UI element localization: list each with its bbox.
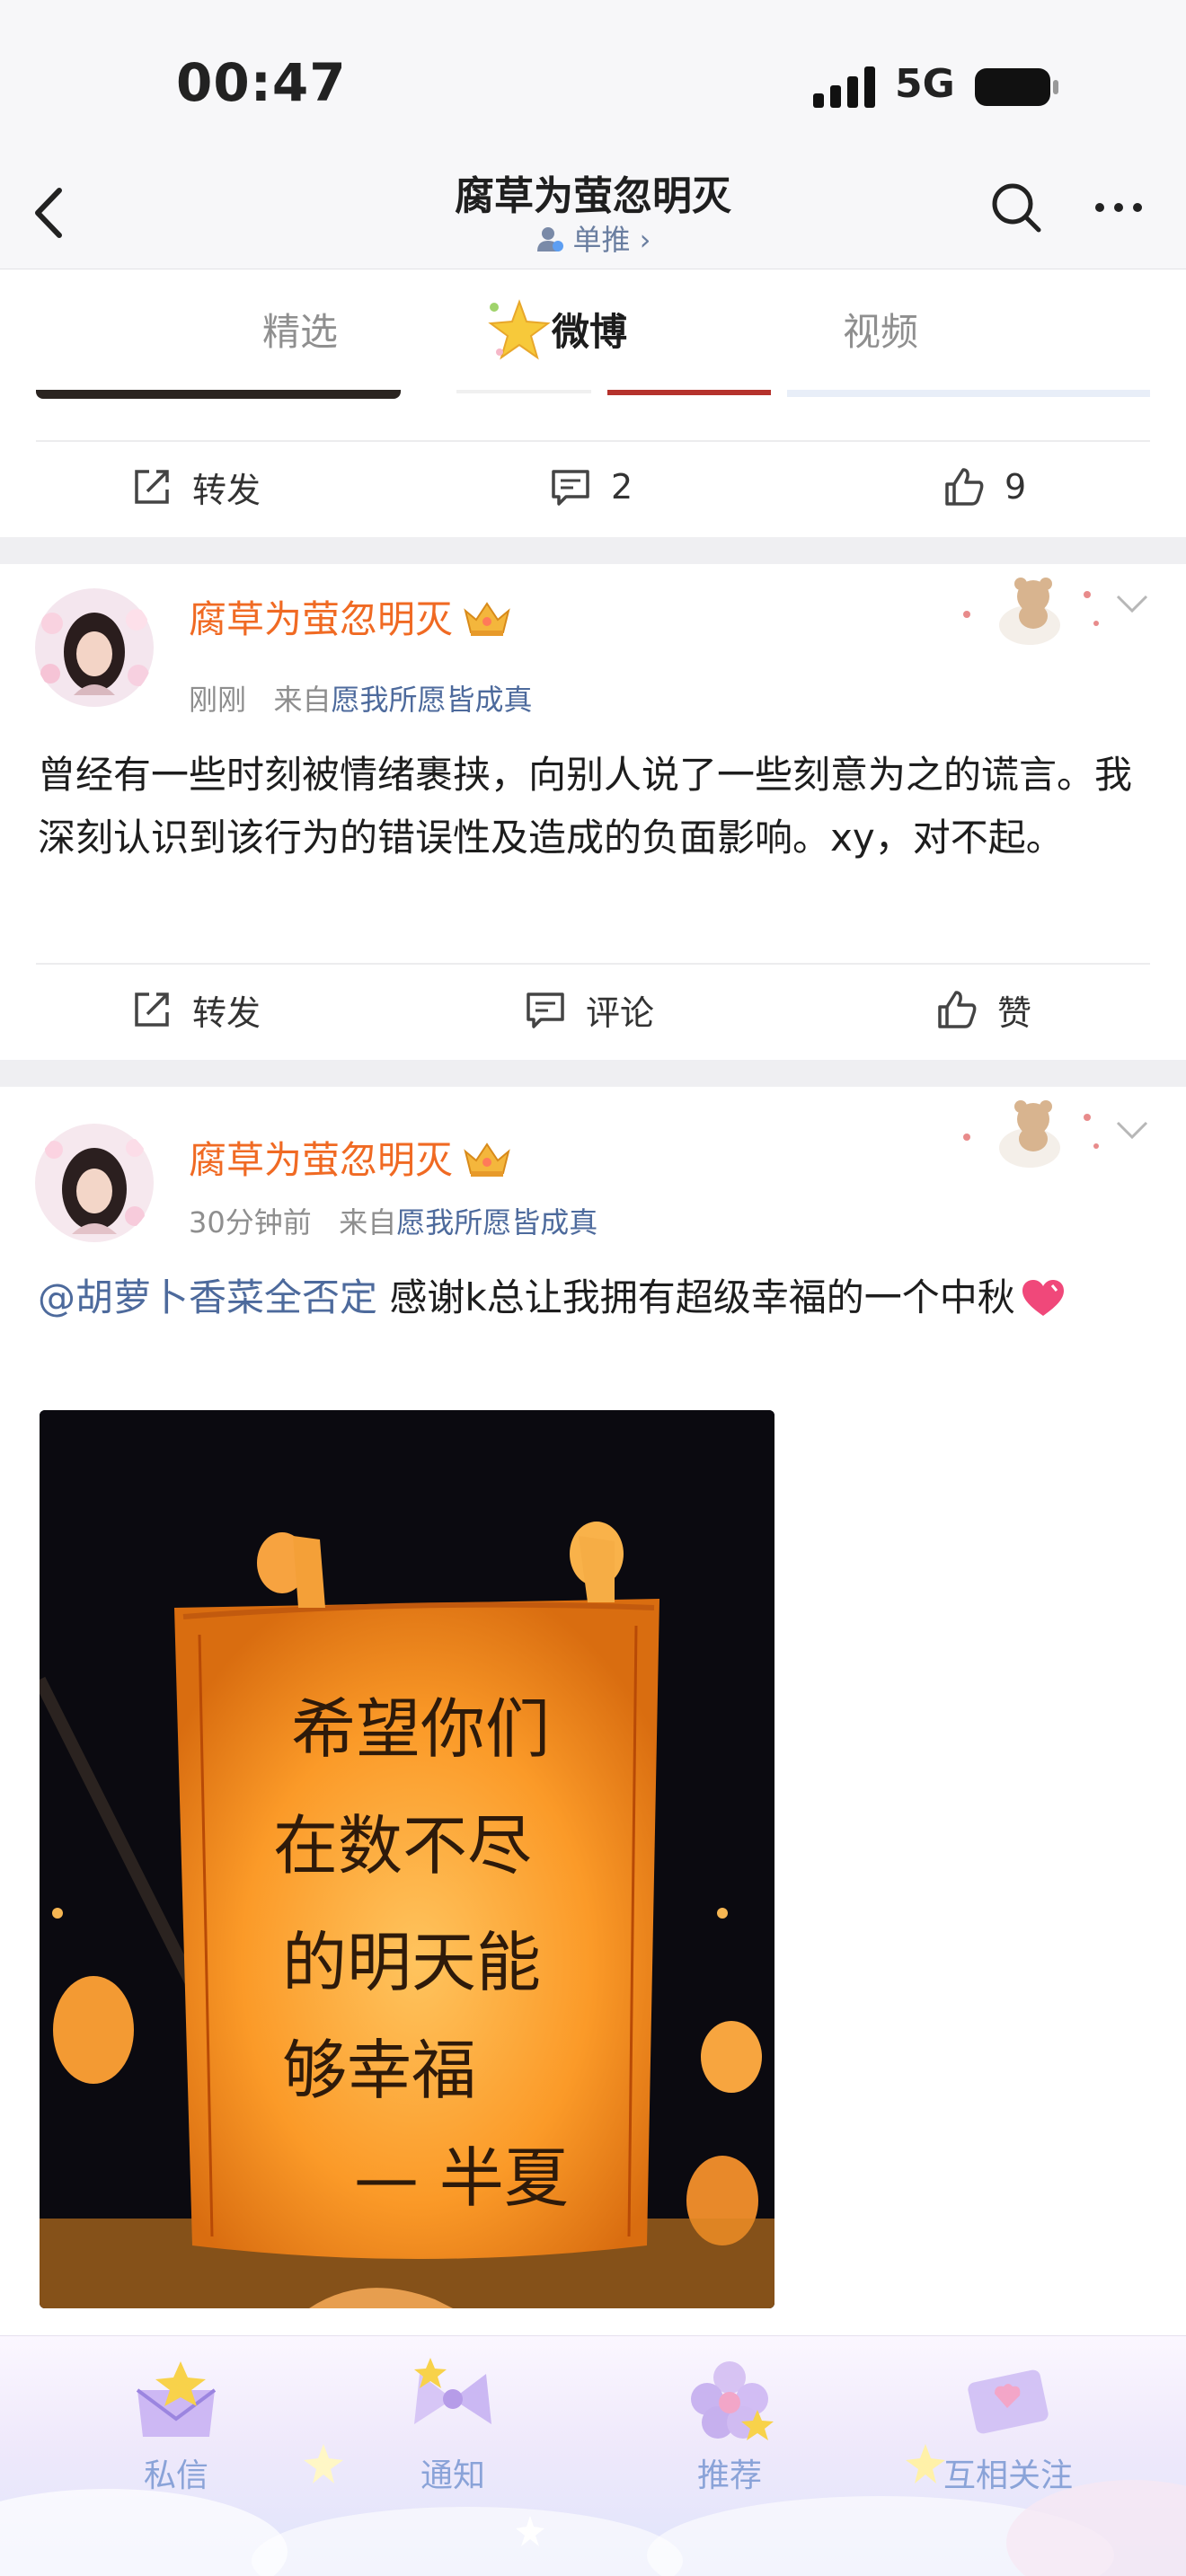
previous-post: 转发 2 9 xyxy=(0,390,1186,537)
bear-decoration-icon xyxy=(963,578,1099,645)
post-text: 曾经有一些时刻被情绪裹挟，向别人说了一些刻意为之的谎言。我深刻认识到该行为的错误… xyxy=(38,753,1133,860)
repost-icon xyxy=(135,470,169,504)
crown-icon xyxy=(464,602,510,636)
nav-recommend[interactable]: 推荐 xyxy=(631,2354,828,2496)
post-meta: 刚刚 来自愿我所愿皆成真 xyxy=(189,677,533,719)
nav-mutual-follow[interactable]: 互相关注 xyxy=(909,2354,1107,2496)
profile-tabs: 精选 微博 视频 xyxy=(0,269,1186,390)
mail-icon xyxy=(136,2361,217,2437)
post-author-name: 腐草为萤忽明灭 xyxy=(189,1138,454,1182)
nav-notifications[interactable]: 通知 xyxy=(354,2354,552,2496)
comment-count: 2 xyxy=(611,467,633,507)
previous-post-image[interactable] xyxy=(787,390,1150,397)
profile-header: 腐草为萤忽明灭 单推 › xyxy=(0,162,1186,269)
post-source-prefix: 来自 xyxy=(339,1205,397,1239)
post-author-name: 腐草为萤忽明灭 xyxy=(189,597,454,641)
post-author[interactable]: 腐草为萤忽明灭 xyxy=(189,1130,512,1185)
nav-notifications-label: 通知 xyxy=(420,2457,485,2494)
previous-post-image[interactable] xyxy=(456,390,591,393)
post-source[interactable]: 愿我所愿皆成真 xyxy=(332,683,533,717)
thumbs-up-icon xyxy=(938,991,977,1028)
like-count: 9 xyxy=(1005,467,1027,507)
repost-button[interactable]: 转发 xyxy=(131,442,261,532)
lantern-line: 够幸福 xyxy=(282,2033,476,2108)
avatar[interactable] xyxy=(34,1123,155,1243)
feed-separator xyxy=(0,1060,1186,1087)
comment-button[interactable]: 评论 xyxy=(525,965,654,1054)
post-source-prefix: 来自 xyxy=(273,683,332,717)
post-author[interactable]: 腐草为萤忽明灭 xyxy=(189,589,512,644)
avatar[interactable] xyxy=(34,587,155,708)
comment-icon xyxy=(527,992,564,1028)
repost-button[interactable]: 转发 xyxy=(131,965,261,1054)
battery-icon xyxy=(975,68,1058,106)
previous-post-image[interactable] xyxy=(607,390,771,395)
like-label: 赞 xyxy=(997,992,1032,1033)
previous-post-image[interactable] xyxy=(36,390,401,399)
like-button[interactable]: 赞 xyxy=(936,965,1031,1054)
post-photo[interactable]: 希望你们 在数不尽 的明天能 够幸福 — 半夏 xyxy=(40,1410,774,2308)
tab-video[interactable]: 视频 xyxy=(843,302,918,357)
sky-lantern-photo: 希望你们 在数不尽 的明天能 够幸福 — 半夏 xyxy=(40,1410,774,2308)
fan-group-label: 单推 › xyxy=(572,223,651,257)
nav-messages-label: 私信 xyxy=(143,2457,208,2494)
post-time: 刚刚 xyxy=(189,683,247,717)
more-icon[interactable] xyxy=(1093,192,1145,223)
bottom-nav: 私信 通知 推荐 互相关注 xyxy=(0,2335,1186,2576)
bear-decoration-icon xyxy=(963,1100,1099,1168)
lantern-line: 在数不尽 xyxy=(273,1808,532,1883)
user-icon xyxy=(536,227,563,251)
tab-featured[interactable]: 精选 xyxy=(262,302,338,357)
status-bar: 00:47 5G xyxy=(0,0,1186,162)
weibo-post: 腐草为萤忽明灭 刚刚 来自愿我所愿皆成真 曾经有一些时刻被情绪裹挟，向别人说了一… xyxy=(0,564,1186,1060)
search-icon[interactable] xyxy=(988,180,1044,235)
nav-recommend-label: 推荐 xyxy=(696,2457,762,2494)
crown-icon xyxy=(464,1142,510,1177)
comment-label: 评论 xyxy=(586,992,655,1033)
envelope-heart-icon xyxy=(968,2369,1049,2434)
tab-weibo[interactable]: 微博 xyxy=(552,302,627,357)
post-actions: 转发 2 9 xyxy=(0,442,1186,532)
post-source[interactable]: 愿我所愿皆成真 xyxy=(396,1205,597,1239)
cellular-signal-icon xyxy=(813,66,875,108)
like-button[interactable]: 9 xyxy=(943,442,1026,532)
heart-icon xyxy=(1022,1280,1064,1316)
lantern-line: 的明天能 xyxy=(282,1925,541,2000)
lantern-line: 希望你们 xyxy=(291,1691,550,1767)
chevron-down-icon[interactable] xyxy=(1114,593,1150,614)
post-text: @胡萝卜香菜全否定 感谢k总让我拥有超级幸福的一个中秋 xyxy=(38,1266,1152,1329)
post-time: 30分钟前 xyxy=(189,1205,312,1239)
feed-separator xyxy=(0,537,1186,564)
bow-icon xyxy=(414,2358,491,2424)
flower-icon xyxy=(691,2361,774,2440)
post-actions: 转发 评论 赞 xyxy=(0,965,1186,1054)
status-time: 00:47 xyxy=(176,52,347,113)
post-text-body: 感谢k总让我拥有超级幸福的一个中秋 xyxy=(377,1275,1015,1319)
repost-label: 转发 xyxy=(192,992,261,1033)
lantern-line: — 半夏 xyxy=(354,2140,569,2216)
mention-link[interactable]: @胡萝卜香菜全否定 xyxy=(38,1275,377,1319)
weibo-post: 腐草为萤忽明灭 30分钟前 来自愿我所愿皆成真 @胡萝卜香菜全否定 感谢k总让我… xyxy=(0,1087,1186,2335)
comment-icon xyxy=(552,470,589,506)
repost-icon xyxy=(135,992,169,1027)
repost-label: 转发 xyxy=(192,470,261,510)
star-decoration-icon xyxy=(488,299,551,360)
comment-button[interactable]: 2 xyxy=(550,442,633,532)
thumbs-up-icon xyxy=(945,468,984,506)
nav-messages[interactable]: 私信 xyxy=(77,2354,275,2496)
network-type: 5G xyxy=(895,61,955,107)
post-meta: 30分钟前 来自愿我所愿皆成真 xyxy=(189,1200,597,1241)
chevron-down-icon[interactable] xyxy=(1114,1119,1150,1141)
nav-mutual-follow-label: 互相关注 xyxy=(943,2457,1073,2494)
